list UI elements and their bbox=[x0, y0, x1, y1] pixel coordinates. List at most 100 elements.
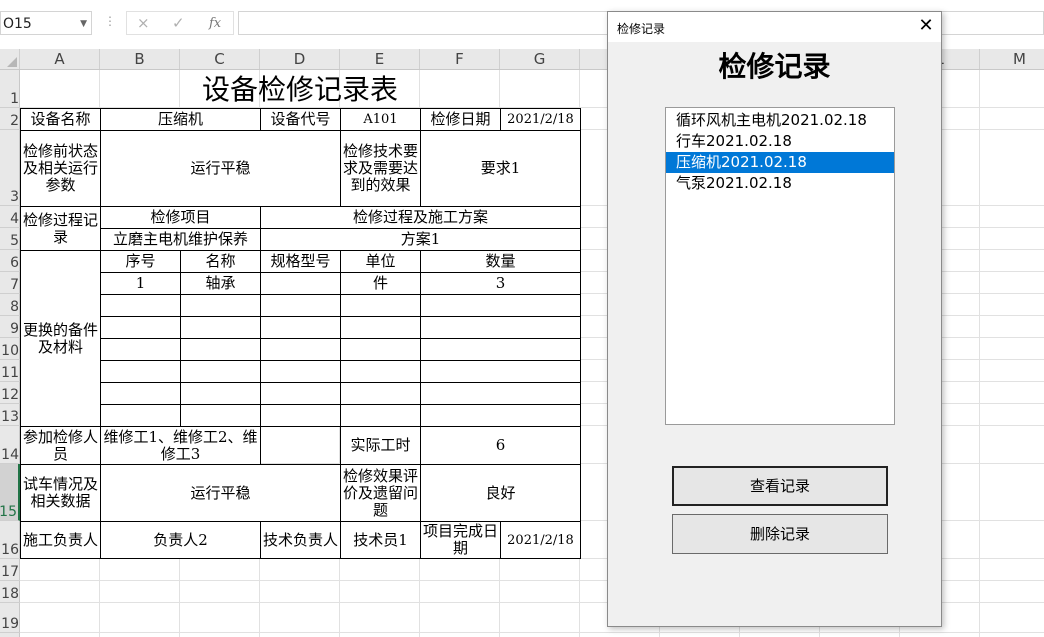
work-hours-label[interactable]: 实际工时 bbox=[340, 426, 421, 465]
row-header[interactable]: 14 bbox=[0, 426, 20, 464]
delete-record-button[interactable]: 删除记录 bbox=[672, 514, 888, 554]
construction-lead-value[interactable]: 负责人2 bbox=[100, 521, 261, 559]
equipment-code-label[interactable]: 设备代号 bbox=[260, 108, 341, 131]
parts-cell-name[interactable] bbox=[180, 404, 261, 427]
row-header[interactable]: 6 bbox=[0, 250, 20, 272]
parts-cell-qty[interactable] bbox=[420, 294, 581, 317]
parts-cell-spec[interactable] bbox=[260, 404, 341, 427]
row-header[interactable]: 13 bbox=[0, 404, 20, 426]
completion-date-value[interactable]: 2021/2/18 bbox=[500, 521, 581, 559]
name-box[interactable]: O15 ▼ bbox=[0, 11, 92, 35]
parts-cell-spec[interactable] bbox=[260, 382, 341, 405]
trial-run-label[interactable]: 试车情况及相关数据 bbox=[20, 464, 101, 522]
repair-date-value[interactable]: 2021/2/18 bbox=[500, 108, 581, 131]
evaluation-value[interactable]: 良好 bbox=[420, 464, 581, 522]
chevron-down-icon[interactable]: ▼ bbox=[80, 12, 87, 36]
pre-status-value[interactable]: 运行平稳 bbox=[100, 130, 341, 207]
select-all-corner[interactable] bbox=[0, 49, 20, 69]
process-plan-label[interactable]: 检修过程及施工方案 bbox=[260, 206, 581, 229]
parts-cell-qty[interactable] bbox=[420, 404, 581, 427]
row-header[interactable]: 17 bbox=[0, 559, 20, 581]
parts-cell-seq[interactable] bbox=[100, 294, 181, 317]
row-header[interactable]: 2 bbox=[0, 108, 20, 130]
row-header[interactable]: 16 bbox=[0, 521, 20, 559]
requirement-value[interactable]: 要求1 bbox=[420, 130, 581, 207]
column-header[interactable]: M bbox=[980, 49, 1044, 69]
parts-header-seq[interactable]: 序号 bbox=[100, 250, 181, 273]
parts-cell-name[interactable] bbox=[180, 360, 261, 383]
row-header[interactable]: 5 bbox=[0, 228, 20, 250]
parts-cell-name[interactable] bbox=[180, 338, 261, 361]
row-header[interactable]: 9 bbox=[0, 316, 20, 338]
cancel-icon[interactable]: × bbox=[137, 14, 150, 32]
row-header[interactable]: 4 bbox=[0, 206, 20, 228]
parts-cell-unit[interactable] bbox=[340, 338, 421, 361]
parts-cell-seq[interactable]: 1 bbox=[100, 272, 181, 295]
column-header[interactable]: A bbox=[20, 49, 100, 69]
parts-cell-unit[interactable] bbox=[340, 316, 421, 339]
parts-cell-qty[interactable] bbox=[420, 360, 581, 383]
record-list-item[interactable]: 压缩机2021.02.18 bbox=[666, 152, 894, 173]
parts-cell-spec[interactable] bbox=[260, 272, 341, 295]
parts-cell-unit[interactable] bbox=[340, 360, 421, 383]
parts-cell-unit[interactable] bbox=[340, 382, 421, 405]
staff-value[interactable]: 维修工1、维修工2、维修工3 bbox=[100, 426, 261, 465]
requirement-label[interactable]: 检修技术要求及需要达到的效果 bbox=[340, 130, 421, 207]
repair-item-label[interactable]: 检修项目 bbox=[100, 206, 261, 229]
completion-date-label[interactable]: 项目完成日期 bbox=[420, 521, 501, 559]
record-list-item[interactable]: 气泵2021.02.18 bbox=[666, 173, 894, 194]
process-plan-value[interactable]: 方案1 bbox=[260, 228, 581, 251]
parts-header-spec[interactable]: 规格型号 bbox=[260, 250, 341, 273]
equipment-code-value[interactable]: A101 bbox=[340, 108, 421, 131]
parts-materials-label[interactable]: 更换的备件及材料 bbox=[20, 250, 101, 427]
process-record-label[interactable]: 检修过程记录 bbox=[20, 206, 101, 251]
parts-cell-spec[interactable] bbox=[260, 294, 341, 317]
column-header[interactable]: F bbox=[420, 49, 500, 69]
technical-lead-label[interactable]: 技术负责人 bbox=[260, 521, 341, 559]
evaluation-label[interactable]: 检修效果评价及遗留问题 bbox=[340, 464, 421, 522]
row-header[interactable]: 12 bbox=[0, 382, 20, 404]
parts-cell-name[interactable] bbox=[180, 294, 261, 317]
close-icon[interactable]: ✕ bbox=[911, 12, 941, 42]
parts-cell-name[interactable] bbox=[180, 382, 261, 405]
row-header[interactable]: 19 bbox=[0, 603, 20, 633]
pre-status-label[interactable]: 检修前状态及相关运行参数 bbox=[20, 130, 101, 207]
function-icon[interactable]: fx bbox=[209, 16, 221, 31]
parts-cell-seq[interactable] bbox=[100, 404, 181, 427]
parts-cell-name[interactable]: 轴承 bbox=[180, 272, 261, 295]
row-header[interactable]: 8 bbox=[0, 294, 20, 316]
parts-cell-seq[interactable] bbox=[100, 316, 181, 339]
work-hours-value[interactable]: 6 bbox=[420, 426, 581, 465]
parts-header-qty[interactable]: 数量 bbox=[420, 250, 581, 273]
row-header[interactable]: 10 bbox=[0, 338, 20, 360]
parts-cell-qty[interactable]: 3 bbox=[420, 272, 581, 295]
repair-date-label[interactable]: 检修日期 bbox=[420, 108, 501, 131]
record-list-item[interactable]: 循环风机主电机2021.02.18 bbox=[666, 110, 894, 131]
parts-cell-seq[interactable] bbox=[100, 360, 181, 383]
parts-cell-qty[interactable] bbox=[420, 382, 581, 405]
record-list-item[interactable]: 行车2021.02.18 bbox=[666, 131, 894, 152]
parts-header-name[interactable]: 名称 bbox=[180, 250, 261, 273]
column-header[interactable]: B bbox=[100, 49, 180, 69]
parts-cell-qty[interactable] bbox=[420, 338, 581, 361]
parts-cell-seq[interactable] bbox=[100, 382, 181, 405]
parts-cell-spec[interactable] bbox=[260, 360, 341, 383]
parts-cell-unit[interactable] bbox=[340, 404, 421, 427]
column-header[interactable]: D bbox=[260, 49, 340, 69]
row-header[interactable]: 15 bbox=[0, 464, 20, 521]
technical-lead-value[interactable]: 技术员1 bbox=[340, 521, 421, 559]
equipment-name-label[interactable]: 设备名称 bbox=[20, 108, 101, 131]
parts-header-unit[interactable]: 单位 bbox=[340, 250, 421, 273]
view-record-button[interactable]: 查看记录 bbox=[672, 466, 888, 506]
row-header[interactable]: 11 bbox=[0, 360, 20, 382]
record-listbox[interactable]: 循环风机主电机2021.02.18 行车2021.02.18 压缩机2021.02.… bbox=[665, 107, 895, 425]
parts-cell-spec[interactable] bbox=[260, 338, 341, 361]
construction-lead-label[interactable]: 施工负责人 bbox=[20, 521, 101, 559]
row-header[interactable]: 3 bbox=[0, 130, 20, 206]
parts-cell-seq[interactable] bbox=[100, 338, 181, 361]
parts-cell-qty[interactable] bbox=[420, 316, 581, 339]
column-header[interactable]: G bbox=[500, 49, 580, 69]
repair-item-value[interactable]: 立磨主电机维护保养 bbox=[100, 228, 261, 251]
dialog-titlebar[interactable]: 检修记录 ✕ bbox=[608, 12, 941, 42]
column-header[interactable]: E bbox=[340, 49, 420, 69]
